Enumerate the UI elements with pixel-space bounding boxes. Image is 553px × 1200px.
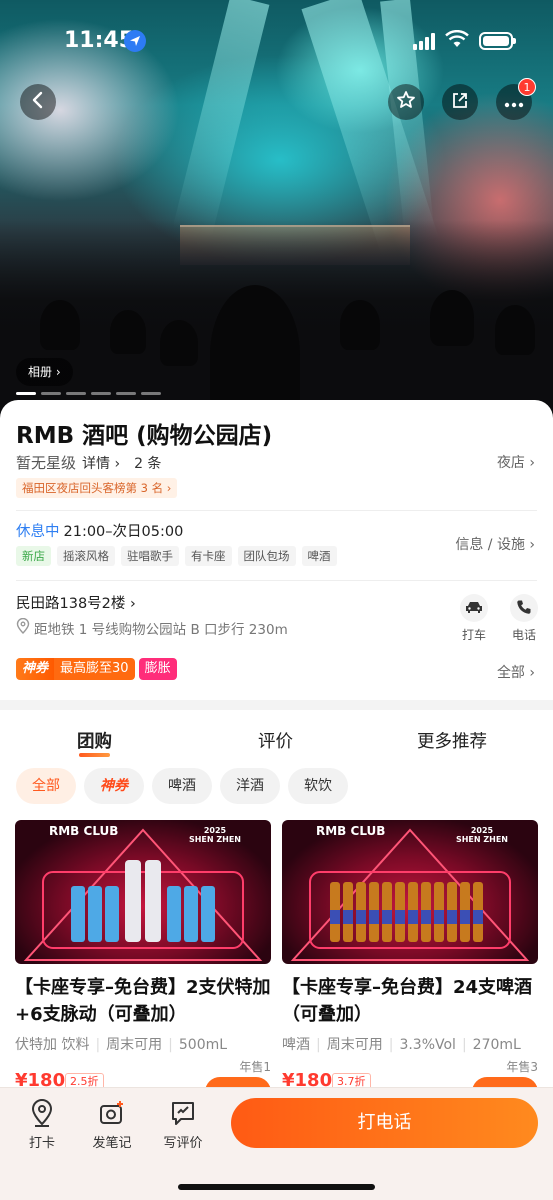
venue-info-card: RMB 酒吧 (购物公园店) 暂无星级 详情 › 2 条 夜店 › 福田区夜店回…: [0, 400, 553, 700]
hours-text: 21:00–次日05:00: [63, 524, 184, 540]
map-pin-icon: [27, 1099, 57, 1132]
notification-badge: 1: [518, 78, 536, 96]
filter-soft-drink[interactable]: 软饮: [288, 768, 348, 804]
god-coupon-badge: 神券: [16, 658, 55, 680]
filter-liquor[interactable]: 洋酒: [220, 768, 280, 804]
tag-item: 啤酒: [301, 546, 337, 566]
more-button[interactable]: 1: [496, 78, 536, 120]
tab-label: 评价: [258, 732, 293, 752]
share-button[interactable]: [442, 84, 478, 120]
location-arrow-icon: [124, 30, 146, 52]
taxi-button[interactable]: 打车: [454, 594, 494, 643]
product-card[interactable]: RMB CLUB 2025 SHEN ZHEN 【卡座专享–免台费】24支啤酒（…: [282, 820, 538, 1107]
tab-group-buy[interactable]: 团购: [77, 728, 112, 757]
coupon-max-text: 最高膨至30: [54, 658, 135, 680]
tab-reviews[interactable]: 评价: [258, 728, 293, 753]
edit-review-icon: [168, 1102, 198, 1132]
product-image: RMB CLUB 2025 SHEN ZHEN: [282, 820, 538, 964]
write-review-button[interactable]: 写评价: [153, 1098, 213, 1151]
divider: [16, 580, 537, 581]
section-tabs: 团购 评价 更多推荐: [0, 728, 553, 758]
camera-plus-icon: [97, 1101, 127, 1132]
checkin-label: 打卡: [28, 1136, 55, 1151]
filter-all[interactable]: 全部: [16, 768, 76, 804]
back-button[interactable]: [20, 84, 56, 120]
expand-coupon-button[interactable]: 膨胀: [138, 658, 177, 680]
all-coupons-link[interactable]: 全部 ›: [497, 662, 535, 682]
product-meta: 啤酒 | 周末可用 | 3.3%Vol | 270mL: [282, 1037, 521, 1053]
category-link[interactable]: 夜店 ›: [497, 452, 535, 472]
rating-detail-link[interactable]: 详情 ›: [82, 453, 120, 473]
album-button[interactable]: 相册 ›: [16, 358, 73, 386]
wifi-icon: [445, 29, 469, 52]
home-indicator: [178, 1184, 375, 1190]
meta-item: 3.3%Vol: [399, 1037, 456, 1053]
product-badge: 2025 SHEN ZHEN: [188, 826, 241, 844]
more-dots-icon: [504, 93, 524, 112]
taxi-label: 打车: [461, 628, 486, 642]
address-link[interactable]: 民田路138号2楼 ›: [16, 592, 136, 613]
tag-item: 驻唱歌手: [121, 546, 179, 566]
status-bar: 11:45: [0, 0, 553, 80]
review-count[interactable]: 2 条: [134, 453, 161, 473]
divider: [16, 510, 537, 511]
ranking-tag[interactable]: 福田区夜店回头客榜第 3 名 ›: [16, 478, 178, 498]
tab-label: 更多推荐: [417, 732, 487, 752]
meta-item: 伏特加 饮料: [15, 1037, 90, 1053]
star-icon: [396, 90, 416, 114]
product-meta: 伏特加 饮料 | 周末可用 | 500mL: [15, 1037, 228, 1053]
tab-underline: [79, 753, 110, 757]
meta-item: 270mL: [472, 1037, 521, 1053]
post-note-label: 发笔记: [92, 1136, 132, 1151]
filter-chips: 全部 神券 啤酒 洋酒 软饮: [16, 768, 348, 804]
post-note-button[interactable]: 发笔记: [82, 1098, 142, 1151]
meta-item: 周末可用: [326, 1037, 383, 1053]
metro-text: 距地铁 1 号线购物公园站 B 口步行 230m: [34, 622, 288, 638]
call-button[interactable]: 打电话: [231, 1098, 538, 1148]
feature-tags: 新店 摇滚风格 驻唱歌手 有卡座 团队包场 啤酒: [16, 546, 337, 566]
annual-sales: 年售3: [506, 1060, 538, 1074]
phone-button[interactable]: 电话: [504, 594, 544, 643]
tag-item: 摇滚风格: [57, 546, 115, 566]
phone-label: 电话: [511, 628, 536, 642]
cellular-signal-icon: [413, 32, 435, 50]
filter-god-coupon[interactable]: 神券: [84, 768, 144, 804]
star-level: 暂无星级: [16, 454, 77, 472]
car-icon: [465, 600, 483, 617]
product-title: 【卡座专享–免台费】2支伏特加+6支脉动（可叠加）: [15, 977, 271, 1025]
tab-more-recommend[interactable]: 更多推荐: [417, 728, 487, 753]
tag-new: 新店: [16, 546, 51, 566]
business-hours: 休息中 21:00–次日05:00: [16, 520, 183, 541]
coupon-promo[interactable]: 神券 最高膨至30 膨胀: [16, 658, 177, 680]
product-image: RMB CLUB 2025 SHEN ZHEN: [15, 820, 271, 964]
product-brand: RMB CLUB: [49, 824, 119, 838]
share-icon: [450, 90, 470, 114]
location-pin-icon: [16, 617, 30, 638]
product-brand: RMB CLUB: [316, 824, 386, 838]
tab-label: 团购: [77, 732, 112, 752]
meta-item: 啤酒: [282, 1037, 310, 1053]
product-title: 【卡座专享–免台费】24支啤酒（可叠加）: [282, 977, 533, 1025]
tag-item: 有卡座: [185, 546, 232, 566]
annual-sales: 年售1: [239, 1060, 271, 1074]
open-status: 休息中: [16, 524, 60, 540]
product-card[interactable]: RMB CLUB 2025 SHEN ZHEN 【卡座专享–免台费】2支伏特加+…: [15, 820, 271, 1107]
carousel-indicator: [16, 392, 161, 395]
write-review-label: 写评价: [163, 1136, 203, 1151]
info-facilities-link[interactable]: 信息 / 设施 ›: [455, 534, 535, 554]
meta-item: 周末可用: [106, 1037, 163, 1053]
phone-icon: [516, 599, 532, 618]
battery-icon: [479, 32, 516, 50]
venue-title: RMB 酒吧 (购物公园店): [16, 423, 273, 449]
tag-item: 团队包场: [237, 546, 296, 566]
filter-beer[interactable]: 啤酒: [152, 768, 212, 804]
favorite-button[interactable]: [388, 84, 424, 120]
meta-item: 500mL: [178, 1037, 228, 1053]
checkin-button[interactable]: 打卡: [12, 1098, 72, 1151]
product-badge: 2025 SHEN ZHEN: [455, 826, 508, 844]
chevron-left-icon: [29, 91, 47, 113]
metro-distance: 距地铁 1 号线购物公园站 B 口步行 230m: [16, 617, 288, 638]
bottom-action-bar: 打卡 发笔记 写评价 打电话: [0, 1087, 553, 1200]
